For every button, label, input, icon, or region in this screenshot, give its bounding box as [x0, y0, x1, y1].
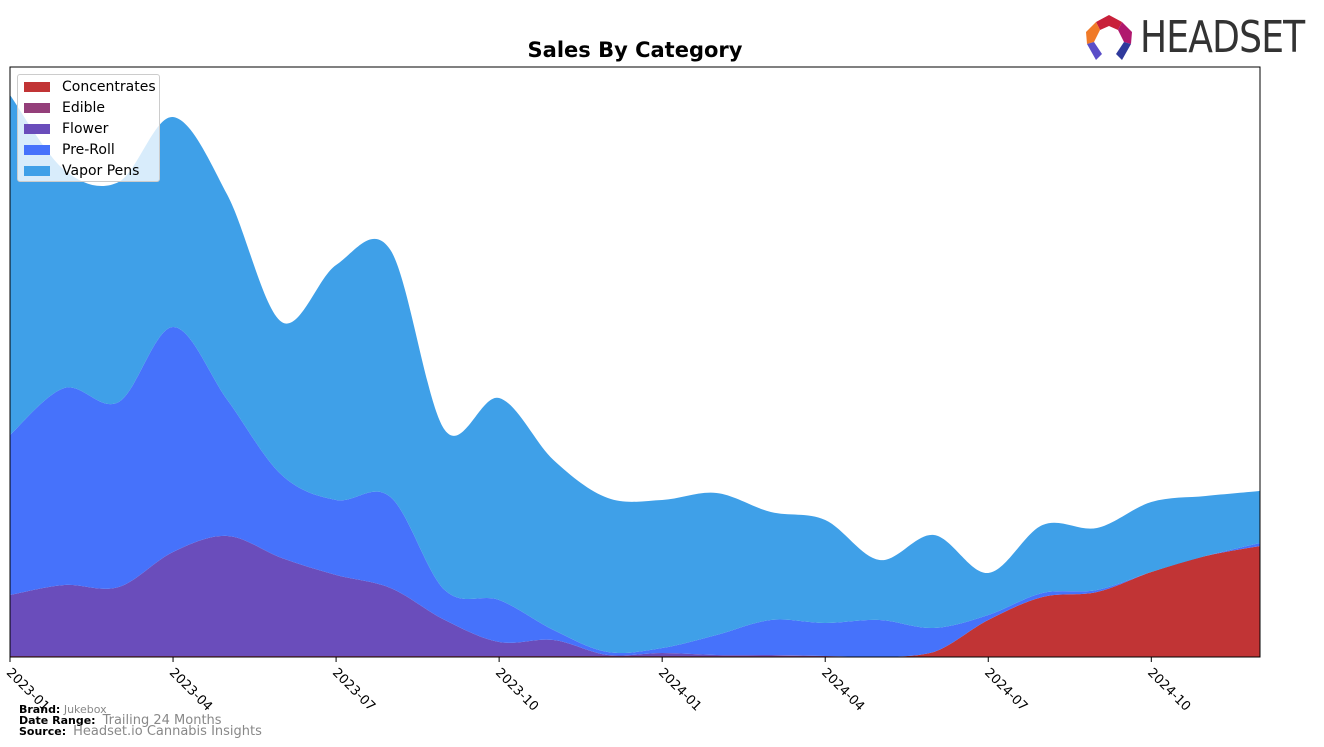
- legend-item: Concentrates: [24, 78, 156, 96]
- x-tick-label: 2023-07: [329, 665, 378, 714]
- legend-label: Flower: [62, 121, 109, 137]
- legend-item: Edible: [24, 99, 105, 117]
- x-tick-label: 2024-07: [981, 665, 1030, 714]
- headset-logo-icon: [1086, 15, 1132, 60]
- x-tick-label: 2024-04: [818, 665, 867, 714]
- legend-swatch: [24, 124, 50, 134]
- x-tick-label: 2024-10: [1144, 665, 1193, 714]
- legend-item: Pre-Roll: [24, 141, 115, 159]
- legend: Concentrates Edible Flower Pre-Roll Vapor Pe…: [17, 74, 160, 182]
- legend-label: Concentrates: [62, 79, 156, 95]
- logo-text: HEADSET: [1140, 12, 1305, 63]
- legend-swatch: [24, 145, 50, 155]
- legend-label: Vapor Pens: [62, 163, 140, 179]
- plot-area: 2023-01 2023-04 2023-07 2023-10 2024-01 2024-…: [3, 66, 1261, 714]
- x-tick-label: 2023-10: [492, 665, 541, 714]
- legend-label: Pre-Roll: [62, 142, 115, 158]
- x-tick-label: 2024-01: [655, 665, 704, 714]
- legend-label: Edible: [62, 100, 106, 116]
- source-value: Headset.io Cannabis Insights: [73, 724, 262, 739]
- source-label: Source:: [19, 725, 67, 738]
- legend-swatch: [24, 166, 50, 176]
- footer: Brand: Jukebox Date Range: Trailing 24 M…: [19, 704, 262, 739]
- legend-item: Flower: [24, 120, 108, 138]
- legend-item: Vapor Pens: [24, 162, 139, 180]
- legend-swatch: [24, 82, 50, 92]
- chart-container: Sales By Category 2023-01 2023-04 2023-07 2…: [0, 0, 1324, 747]
- legend-swatch: [24, 103, 50, 113]
